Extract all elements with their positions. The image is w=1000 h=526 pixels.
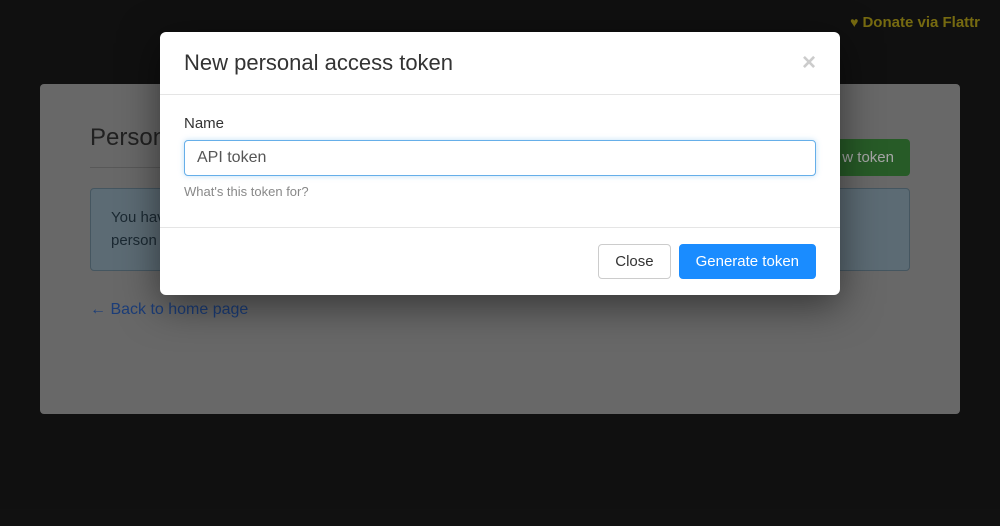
new-token-modal: New personal access token × Name What's … [160, 32, 840, 295]
modal-footer: Close Generate token [160, 227, 840, 295]
generate-token-button[interactable]: Generate token [679, 244, 816, 279]
modal-header: New personal access token × [160, 32, 840, 95]
modal-title: New personal access token [184, 50, 453, 76]
modal-body: Name What's this token for? [160, 95, 840, 227]
close-icon[interactable]: × [802, 51, 816, 75]
name-label: Name [184, 115, 816, 132]
token-name-input[interactable] [184, 140, 816, 176]
help-text: What's this token for? [184, 184, 816, 199]
close-button[interactable]: Close [598, 244, 670, 279]
